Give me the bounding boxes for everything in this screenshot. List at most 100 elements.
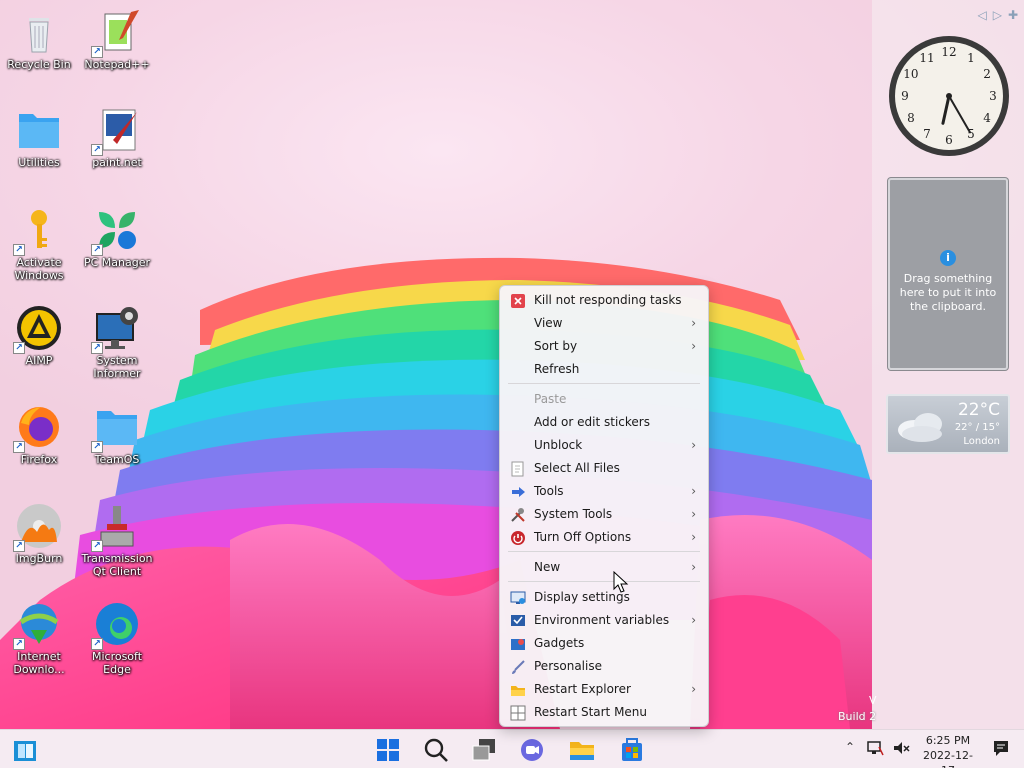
menu-item-environment-variables[interactable]: Environment variables ›: [504, 609, 704, 632]
env-variables-icon: [510, 613, 526, 629]
desktop-icon-activate-windows[interactable]: ↗ Activate Windows: [3, 206, 75, 282]
search-button[interactable]: [421, 735, 451, 765]
menu-item-kill-not-responding-tasks[interactable]: Kill not responding tasks: [504, 289, 704, 312]
clock-gadget[interactable]: 12 1234567891011: [887, 34, 1011, 158]
desktop-icon-label: ImgBurn: [15, 552, 63, 565]
weather-range: 22° / 15°: [954, 422, 1000, 433]
key-icon: ↗: [13, 206, 63, 256]
desktop-icon-label: Activate Windows: [14, 256, 64, 282]
store-button[interactable]: [617, 735, 647, 765]
clock-numeral: 12: [941, 45, 956, 59]
power-icon: [510, 530, 526, 546]
menu-item-label: Turn Off Options: [534, 530, 632, 544]
desktop-icon-internet-download-manager[interactable]: ↗ Internet Downlo...: [3, 600, 75, 676]
menu-item-restart-explorer[interactable]: Restart Explorer ›: [504, 678, 704, 701]
menu-item-label: Select All Files: [534, 461, 620, 475]
weather-gadget[interactable]: 22°C 22° / 15° London: [886, 394, 1010, 454]
desktop-icon-aimp[interactable]: ↗ AIMP: [3, 304, 75, 367]
firefox-icon: ↗: [13, 403, 63, 453]
imgburn-icon: ↗: [13, 502, 63, 552]
file-explorer-button[interactable]: [567, 735, 597, 765]
menu-item-label: Add or edit stickers: [534, 415, 650, 429]
menu-item-label: Tools: [534, 484, 564, 498]
desktop-context-menu: Kill not responding tasks View › Sort by › Re…: [499, 285, 709, 727]
desktop-icon-firefox[interactable]: ↗ Firefox: [3, 403, 75, 466]
menu-item-refresh[interactable]: Refresh: [504, 358, 704, 381]
tools-icon: [510, 484, 526, 500]
menu-item-display-settings[interactable]: Display settings: [504, 586, 704, 609]
clock-numeral: 6: [945, 133, 953, 147]
menu-separator: [508, 383, 700, 384]
menu-item-sort-by[interactable]: Sort by ›: [504, 335, 704, 358]
next-icon[interactable]: ▷: [993, 8, 1002, 22]
desktop-icon-microsoft-edge[interactable]: ↗ Microsoft Edge: [81, 600, 153, 676]
clock-numeral: 4: [983, 111, 991, 125]
chat-button[interactable]: [517, 735, 547, 765]
show-hidden-icons-icon[interactable]: ⌃: [845, 740, 855, 754]
desktop-icon-recycle-bin[interactable]: Recycle Bin: [3, 8, 75, 71]
clock-numeral: 11: [919, 51, 934, 65]
system-tools-icon: [510, 507, 526, 523]
menu-item-unblock[interactable]: Unblock ›: [504, 434, 704, 457]
desktop-icon-system-informer[interactable]: ↗ System Informer: [81, 304, 153, 380]
menu-item-system-tools[interactable]: System Tools ›: [504, 503, 704, 526]
widgets-button[interactable]: [10, 735, 40, 765]
menu-item-new[interactable]: New ›: [504, 556, 704, 579]
menu-item-restart-start-menu[interactable]: Restart Start Menu: [504, 701, 704, 724]
paint-net-icon: ↗: [91, 106, 141, 156]
menu-item-label: Paste: [534, 392, 567, 406]
menu-item-select-all-files[interactable]: Select All Files: [504, 457, 704, 480]
recycle-bin-icon: [15, 8, 63, 56]
desktop-icon-label: paint.net: [92, 156, 142, 169]
desktop-icon-transmission[interactable]: ↗ Transmission Qt Client: [81, 502, 153, 578]
menu-item-view[interactable]: View ›: [504, 312, 704, 335]
kill-task-icon: [510, 293, 526, 309]
volume-muted-icon[interactable]: [892, 739, 910, 761]
notifications-icon[interactable]: [992, 739, 1010, 761]
menu-item-label: View: [534, 316, 563, 330]
taskbar-clock[interactable]: 6:25 PM 2022-12-17: [918, 733, 978, 768]
explorer-icon: [510, 682, 526, 698]
menu-item-tools[interactable]: Tools ›: [504, 480, 704, 503]
menu-item-label: Unblock: [534, 438, 583, 452]
chevron-right-icon: ›: [691, 339, 696, 353]
desktop-icon-label: Notepad++: [84, 58, 150, 71]
sidebar-controls: ◁ ▷ ✚: [977, 8, 1018, 22]
folder-icon: ↗: [91, 403, 141, 453]
taskbar: ⌃ 6:25 PM 2022-12-17: [0, 729, 1024, 768]
desktop-icon-label: Firefox: [20, 453, 58, 466]
chevron-right-icon: ›: [691, 316, 696, 330]
clipboard-gadget[interactable]: i Drag something here to put it into the…: [888, 178, 1008, 370]
desktop-icon-utilities[interactable]: Utilities: [3, 106, 75, 169]
menu-item-label: Sort by: [534, 339, 578, 353]
desktop-icon-notepad-plus-plus[interactable]: ↗ Notepad++: [81, 8, 153, 71]
desktop-icon-pc-manager[interactable]: ↗ PC Manager: [81, 206, 153, 269]
select-all-icon: [510, 461, 526, 477]
clock-numeral: 8: [907, 111, 915, 125]
folder-icon: [15, 106, 63, 154]
menu-separator: [508, 581, 700, 582]
menu-item-personalise[interactable]: Personalise: [504, 655, 704, 678]
start-button[interactable]: [373, 735, 403, 765]
task-view-button[interactable]: [469, 735, 499, 765]
desktop-icon-imgburn[interactable]: ↗ ImgBurn: [3, 502, 75, 565]
menu-item-label: Refresh: [534, 362, 580, 376]
previous-icon[interactable]: ◁: [977, 8, 986, 22]
clock-numeral: 2: [983, 67, 991, 81]
desktop-icon-paint-net[interactable]: ↗ paint.net: [81, 106, 153, 169]
menu-item-add-or-edit-stickers[interactable]: Add or edit stickers: [504, 411, 704, 434]
system-informer-icon: ↗: [91, 304, 141, 354]
desktop-icon-teamos[interactable]: ↗ TeamOS: [81, 403, 153, 466]
brush-icon: [510, 659, 526, 675]
desktop-icon-label: Transmission Qt Client: [81, 552, 153, 578]
add-gadget-icon[interactable]: ✚: [1008, 8, 1018, 22]
pc-manager-icon: ↗: [91, 206, 141, 256]
menu-item-turn-off-options[interactable]: Turn Off Options ›: [504, 526, 704, 549]
menu-item-gadgets[interactable]: Gadgets: [504, 632, 704, 655]
desktop-icon-label: Internet Downlo...: [13, 650, 65, 676]
desktop-icon-label: Recycle Bin: [7, 58, 71, 71]
desktop-icon-label: PC Manager: [83, 256, 151, 269]
network-icon[interactable]: [866, 739, 884, 761]
chevron-right-icon: ›: [691, 438, 696, 452]
weather-temperature: 22°C: [957, 400, 1000, 420]
